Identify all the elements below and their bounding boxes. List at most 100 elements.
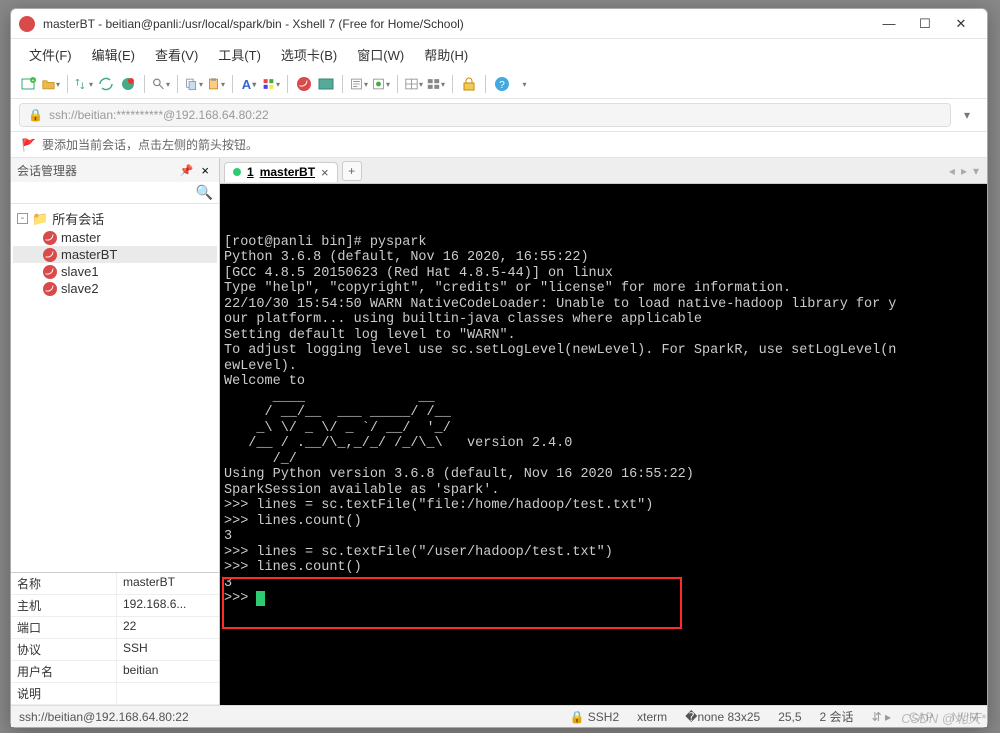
session-label: masterBT: [61, 247, 117, 262]
session-manager-panel: 会话管理器 📌 × 🔍 - 📁 所有会话 master: [11, 158, 220, 705]
hint-text: 要添加当前会话，点击左侧的箭头按钮。: [42, 136, 258, 153]
layout-button[interactable]: [404, 74, 424, 94]
menu-tabs[interactable]: 选项卡(B): [273, 43, 345, 66]
session-item-slave2[interactable]: slave2: [13, 280, 217, 297]
highlight-box: [222, 577, 682, 629]
status-cap: CAP: [909, 710, 934, 724]
search-icon[interactable]: 🔍: [196, 184, 213, 201]
svg-text:?: ?: [499, 80, 505, 91]
paste-button[interactable]: [206, 74, 226, 94]
toolbar-separator: [452, 75, 453, 93]
address-dropdown-button[interactable]: ▾: [955, 103, 979, 127]
sftp-button[interactable]: [316, 74, 336, 94]
menu-edit[interactable]: 编辑(E): [84, 43, 143, 66]
close-button[interactable]: ✕: [943, 10, 979, 38]
toolbar-separator: [67, 75, 68, 93]
tab-prev-icon[interactable]: ◂: [949, 164, 955, 178]
menu-help[interactable]: 帮助(H): [416, 43, 476, 66]
status-proto: 🔒 SSH2: [570, 710, 620, 724]
font-button[interactable]: A: [239, 74, 259, 94]
prop-key: 端口: [11, 617, 117, 638]
status-sessions: 2 会话: [820, 708, 854, 725]
session-icon: [43, 265, 57, 279]
menu-window[interactable]: 窗口(W): [349, 43, 412, 66]
hintbar: 🚩 要添加当前会话，点击左侧的箭头按钮。: [11, 132, 987, 158]
new-tab-button[interactable]: +: [342, 161, 362, 181]
prop-value: 192.168.6...: [117, 595, 219, 616]
session-label: master: [61, 230, 101, 245]
connection-status-icon: [233, 168, 241, 176]
tile-button[interactable]: [426, 74, 446, 94]
maximize-button[interactable]: ☐: [907, 10, 943, 38]
session-icon: [43, 231, 57, 245]
color-button[interactable]: [261, 74, 281, 94]
prop-row: 用户名beitian: [11, 661, 219, 683]
toolbar-separator: [342, 75, 343, 93]
tree-root-label: 所有会话: [52, 209, 104, 228]
sidebar-close-button[interactable]: ×: [197, 163, 213, 178]
tab-index: 1: [247, 165, 254, 179]
tab-masterbt[interactable]: 1 masterBT ×: [224, 162, 338, 182]
tab-label: masterBT: [260, 165, 315, 179]
new-session-button[interactable]: +: [19, 74, 39, 94]
session-label: slave1: [61, 264, 99, 279]
tree-collapse-icon[interactable]: -: [17, 213, 28, 224]
tab-close-icon[interactable]: ×: [321, 165, 329, 180]
lock-button[interactable]: [459, 74, 479, 94]
prop-value: masterBT: [117, 573, 219, 594]
session-tree: - 📁 所有会话 master masterBT slave1: [11, 204, 219, 572]
bookmark-button[interactable]: [371, 74, 391, 94]
status-sessions-arrows[interactable]: ⇵ ▸: [872, 710, 891, 724]
menu-view[interactable]: 查看(V): [147, 43, 206, 66]
pin-button[interactable]: 📌: [176, 164, 198, 177]
tab-next-icon[interactable]: ▸: [961, 164, 967, 178]
sidebar-header: 会话管理器 📌 ×: [11, 158, 219, 182]
transfer-button[interactable]: [74, 74, 94, 94]
more-button[interactable]: [514, 74, 534, 94]
copy-button[interactable]: [184, 74, 204, 94]
status-term: xterm: [637, 710, 667, 724]
prop-key: 说明: [11, 683, 117, 704]
sidebar-search-row: 🔍: [11, 182, 219, 204]
tab-menu-icon[interactable]: ▾: [973, 164, 979, 178]
reconnect-button[interactable]: [96, 74, 116, 94]
tab-nav: ◂ ▸ ▾: [949, 164, 987, 178]
prop-row: 端口22: [11, 617, 219, 639]
session-properties: 名称masterBT 主机192.168.6... 端口22 协议SSH 用户名…: [11, 572, 219, 705]
editor-area: 1 masterBT × + ◂ ▸ ▾ [root@panli bin]# p…: [220, 158, 987, 705]
find-button[interactable]: [151, 74, 171, 94]
prop-key: 用户名: [11, 661, 117, 682]
prop-value: beitian: [117, 661, 219, 682]
session-item-master[interactable]: master: [13, 229, 217, 246]
session-icon: [43, 282, 57, 296]
address-text: ssh://beitian:**********@192.168.64.80:2…: [49, 108, 269, 122]
status-num: NUM: [952, 710, 979, 724]
menu-file[interactable]: 文件(F): [21, 43, 80, 66]
script-button[interactable]: [349, 74, 369, 94]
address-field[interactable]: 🔒 ssh://beitian:**********@192.168.64.80…: [19, 103, 951, 127]
svg-text:+: +: [32, 78, 35, 84]
prop-value: 22: [117, 617, 219, 638]
folder-icon: 📁: [32, 211, 48, 227]
session-item-masterbt[interactable]: masterBT: [13, 246, 217, 263]
status-address: ssh://beitian@192.168.64.80:22: [19, 710, 189, 724]
help-button[interactable]: ?: [492, 74, 512, 94]
open-button[interactable]: [41, 74, 61, 94]
toolbar-separator: [397, 75, 398, 93]
toolbar-separator: [287, 75, 288, 93]
tabstrip: 1 masterBT × + ◂ ▸ ▾: [220, 158, 987, 184]
session-item-slave1[interactable]: slave1: [13, 263, 217, 280]
menubar: 文件(F) 编辑(E) 查看(V) 工具(T) 选项卡(B) 窗口(W) 帮助(…: [11, 39, 987, 70]
flag-icon: 🚩: [21, 138, 36, 152]
terminal[interactable]: [root@panli bin]# pysparkPython 3.6.8 (d…: [220, 184, 987, 705]
minimize-button[interactable]: —: [871, 10, 907, 38]
prop-row: 说明: [11, 683, 219, 705]
status-pos: 25,5: [778, 710, 801, 724]
disconnect-button[interactable]: [118, 74, 138, 94]
toolbar-separator: [144, 75, 145, 93]
menu-tools[interactable]: 工具(T): [210, 43, 269, 66]
addressbar: 🔒 ssh://beitian:**********@192.168.64.80…: [11, 99, 987, 132]
shell-button[interactable]: [294, 74, 314, 94]
tree-root-node[interactable]: - 📁 所有会话: [13, 208, 217, 229]
toolbar-separator: [232, 75, 233, 93]
